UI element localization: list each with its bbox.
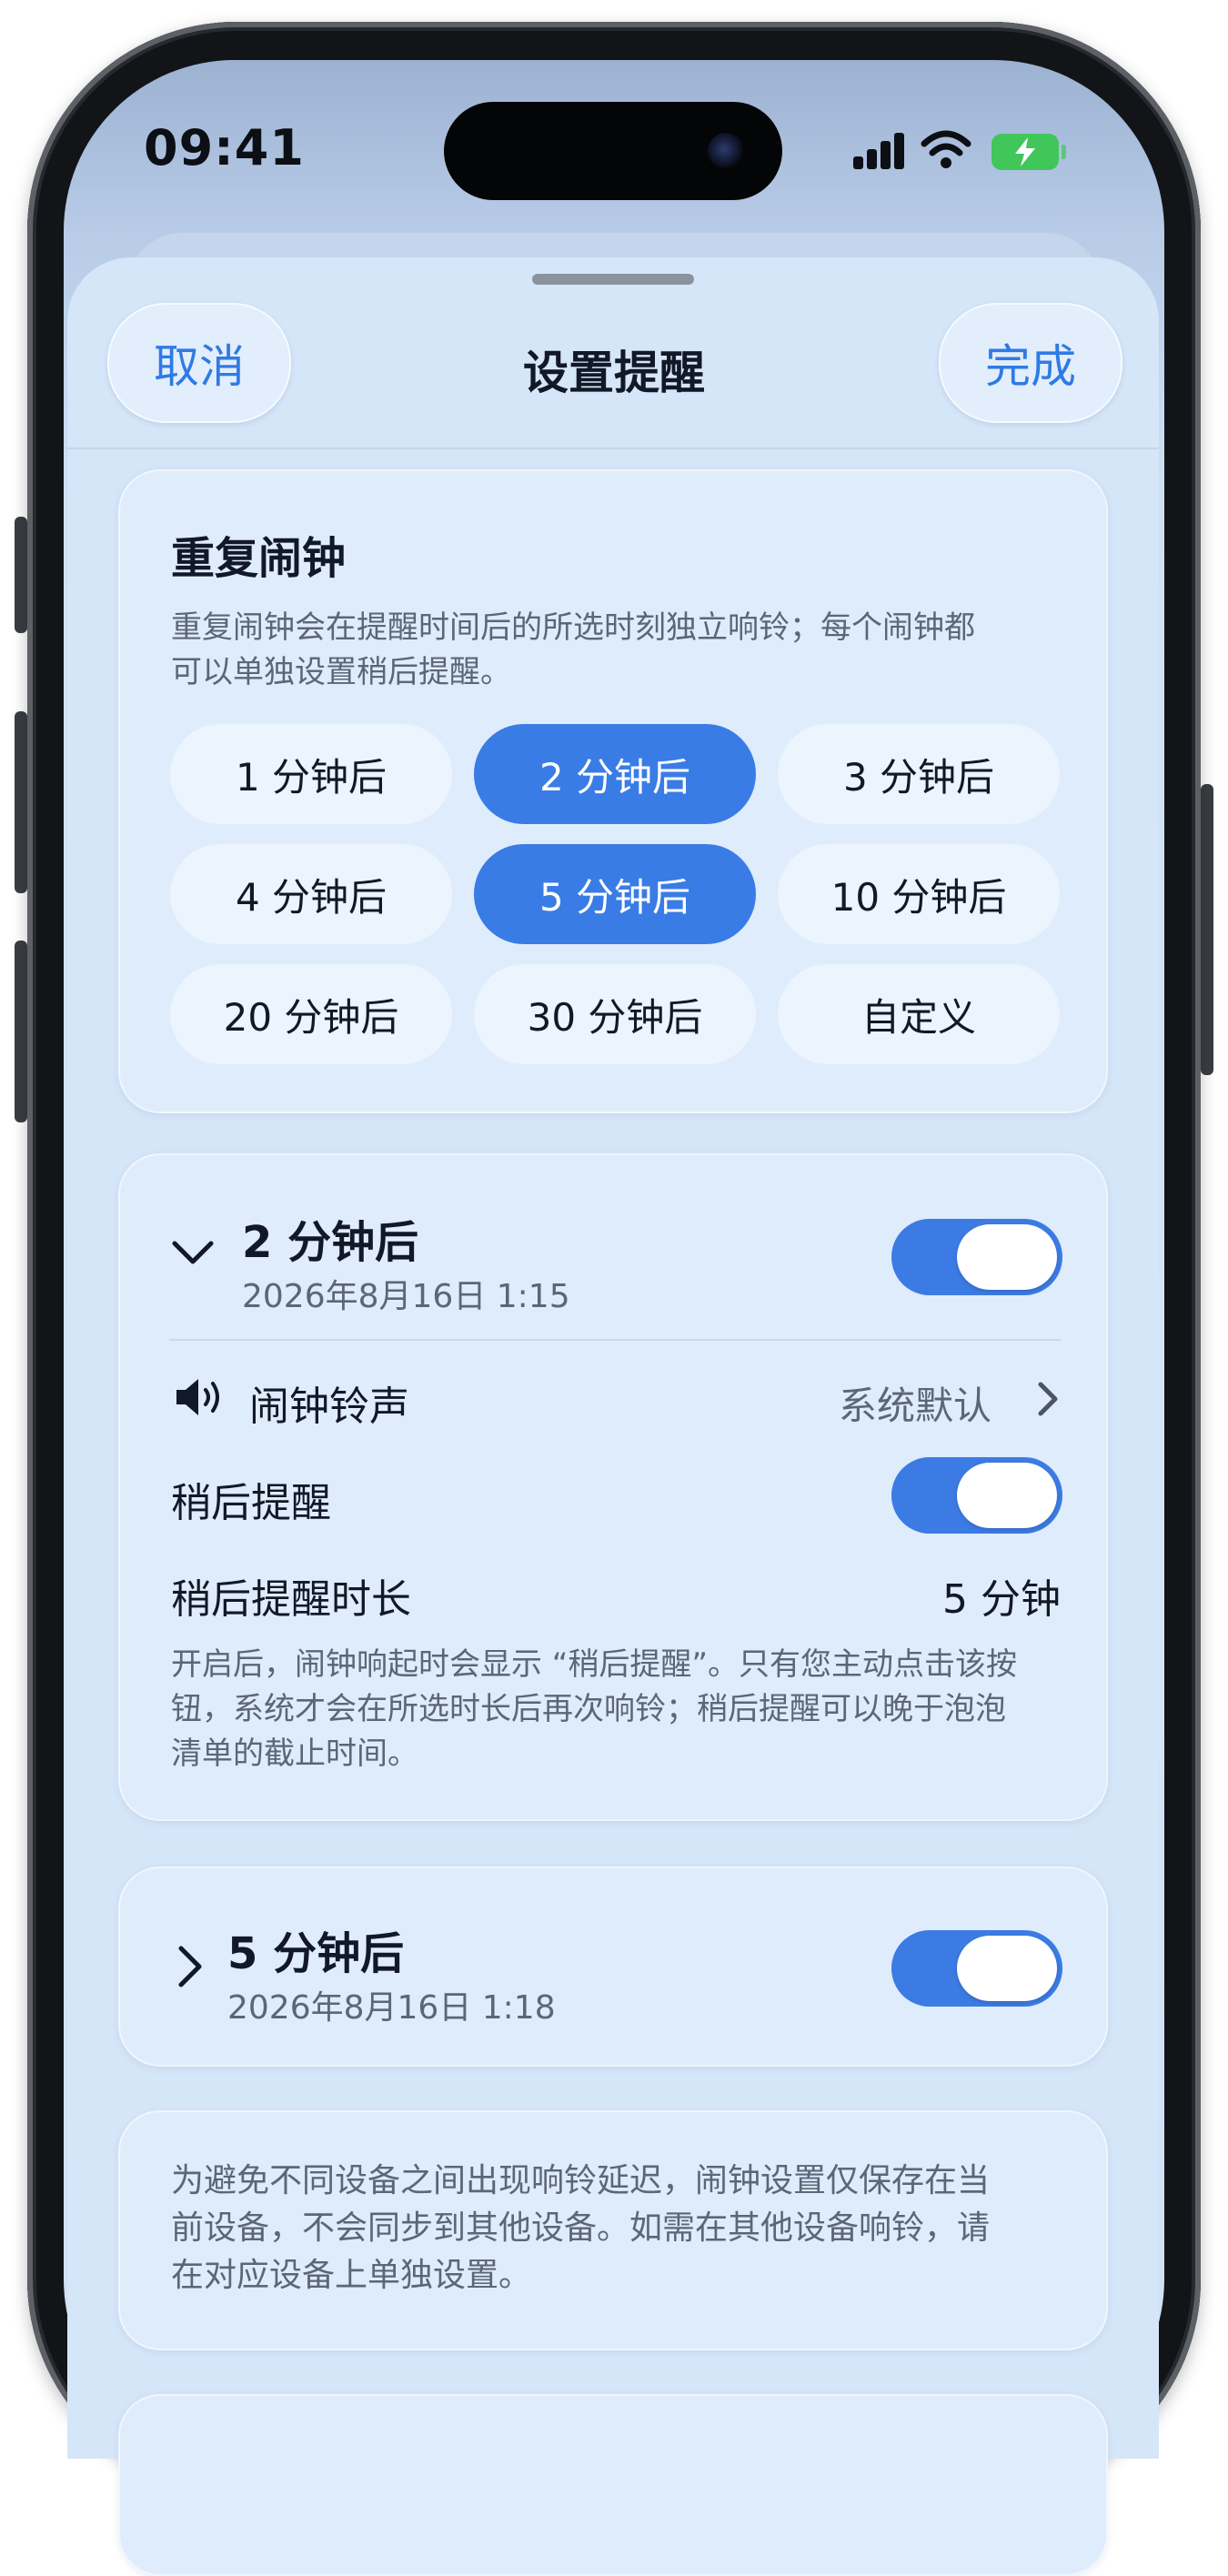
interval-chip[interactable]: 4 分钟后 <box>170 844 452 944</box>
status-time: 09:41 <box>144 119 305 176</box>
interval-chip[interactable]: 3 分钟后 <box>778 724 1060 824</box>
chevron-down-icon[interactable] <box>171 1239 215 1266</box>
nav-divider <box>67 448 1159 449</box>
interval-chip[interactable]: 自定义 <box>778 964 1060 1064</box>
snooze-note-3: 清单的截止时间。 <box>171 1736 418 1772</box>
chevron-right-icon[interactable] <box>176 1945 204 1988</box>
front-camera <box>708 133 744 169</box>
repeat-card-description-2: 可以单独设置稍后提醒。 <box>171 654 511 690</box>
done-button[interactable]: 完成 <box>939 303 1122 423</box>
info-line-3: 在对应设备上单独设置。 <box>171 2257 532 2294</box>
repeat-card-title: 重复闹钟 <box>171 533 347 584</box>
battery-charging-icon <box>991 134 1066 170</box>
chevron-right-icon[interactable] <box>1037 1381 1059 1417</box>
repeat-card-description-1: 重复闹钟会在提醒时间后的所选时刻独立响铃；每个闹钟都 <box>171 609 975 646</box>
snooze-label: 稍后提醒 <box>171 1480 331 1526</box>
alarm-1-title: 2 分钟后 <box>242 1217 419 1268</box>
interval-chip[interactable]: 30 分钟后 <box>474 964 756 1064</box>
alarm-1-divider <box>169 1339 1061 1341</box>
ringtone-label: 闹钟铃声 <box>249 1384 409 1430</box>
alarm-2-toggle[interactable] <box>891 1930 1062 2007</box>
speaker-icon <box>176 1379 219 1415</box>
interval-chip[interactable]: 5 分钟后 <box>474 844 756 944</box>
snooze-duration-value[interactable]: 5 分钟 <box>942 1566 1061 1625</box>
volume-up-button <box>15 711 27 893</box>
alarm-1-datetime: 2026年8月16日 1:15 <box>242 1278 570 1315</box>
volume-down-button <box>15 941 27 1122</box>
wifi-icon <box>921 130 971 168</box>
ringtone-value[interactable]: 系统默认 <box>839 1375 991 1431</box>
info-line-1: 为避免不同设备之间出现响铃延迟，闹钟设置仅保存在当 <box>171 2162 991 2199</box>
next-card-partial <box>118 2394 1108 2576</box>
alarm-2-datetime: 2026年8月16日 1:18 <box>227 1989 556 2027</box>
snooze-duration-label: 稍后提醒时长 <box>171 1576 411 1623</box>
power-button <box>1201 784 1213 1075</box>
action-button <box>15 517 27 633</box>
interval-chip[interactable]: 1 分钟后 <box>170 724 452 824</box>
sheet-grabber[interactable] <box>532 274 694 285</box>
snooze-toggle[interactable] <box>891 1457 1062 1534</box>
snooze-note-1: 开启后，闹钟响起时会显示 “稍后提醒”。只有您主动点击该按 <box>171 1646 1018 1683</box>
info-line-2: 前设备，不会同步到其他设备。如需在其他设备响铃，请 <box>171 2209 991 2247</box>
alarm-1-toggle[interactable] <box>891 1219 1062 1295</box>
alarm-2-title: 5 分钟后 <box>227 1928 405 1979</box>
interval-chip[interactable]: 10 分钟后 <box>778 844 1060 944</box>
signal-icon <box>853 131 906 169</box>
snooze-note-2: 钮，系统才会在所选时长后再次响铃；稍后提醒可以晚于泡泡 <box>171 1691 1006 1727</box>
interval-chip[interactable]: 2 分钟后 <box>474 724 756 824</box>
interval-chip[interactable]: 20 分钟后 <box>170 964 452 1064</box>
